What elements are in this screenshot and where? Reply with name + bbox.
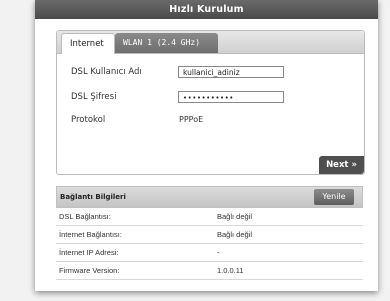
table-row: İnternet Bağlantısı: Bağlı değil [56, 225, 363, 244]
connection-info-title: Bağlantı Bilgileri [60, 193, 126, 201]
window-title: Hızlı Kurulum [35, 0, 378, 19]
dsl-password-input[interactable]: ••••••••••• [178, 91, 284, 103]
connection-info-table: DSL Bağlantısı: Bağlı değil İnternet Bağ… [56, 208, 363, 280]
row-label: İnternet IP Adresi: [56, 243, 217, 262]
row-value: - [217, 243, 363, 262]
row-label: İnternet Bağlantısı: [56, 225, 217, 244]
dsl-username-input[interactable]: kullanici_adiniz [178, 66, 284, 78]
table-row: DSL Bağlantısı: Bağlı değil [56, 208, 363, 226]
dsl-username-label: DSL Kullanıcı Adı [71, 67, 142, 77]
tab-wlan-1[interactable]: WLAN 1 (2.4 GHz) [115, 33, 218, 53]
row-value: Bağlı değil [217, 225, 363, 244]
table-row: Firmware Version: 1.0.0.11 [56, 261, 363, 280]
row-label: DSL Bağlantısı: [56, 208, 217, 226]
row-label: Firmware Version: [56, 261, 217, 280]
connection-info-panel: Bağlantı Bilgileri Yenile DSL Bağlantısı… [56, 186, 363, 282]
dsl-password-label: DSL Şifresi [71, 92, 117, 102]
row-value: Bağlı değil [217, 208, 363, 226]
next-button[interactable]: Next » [319, 156, 364, 174]
tab-strip: Internet WLAN 1 (2.4 GHz) [57, 31, 364, 54]
row-value: 1.0.0.11 [217, 261, 363, 280]
quick-setup-window: Hızlı Kurulum Internet WLAN 1 (2.4 GHz) … [35, 0, 378, 291]
tab-internet[interactable]: Internet [61, 33, 115, 54]
connection-info-header: Bağlantı Bilgileri Yenile [56, 186, 363, 208]
protocol-label: Protokol [71, 115, 106, 125]
setup-card: Internet WLAN 1 (2.4 GHz) DSL Kullanıcı … [56, 30, 365, 175]
refresh-button[interactable]: Yenile [314, 189, 354, 205]
table-row: İnternet IP Adresi: - [56, 243, 363, 262]
protocol-value: PPPoE [179, 115, 204, 124]
